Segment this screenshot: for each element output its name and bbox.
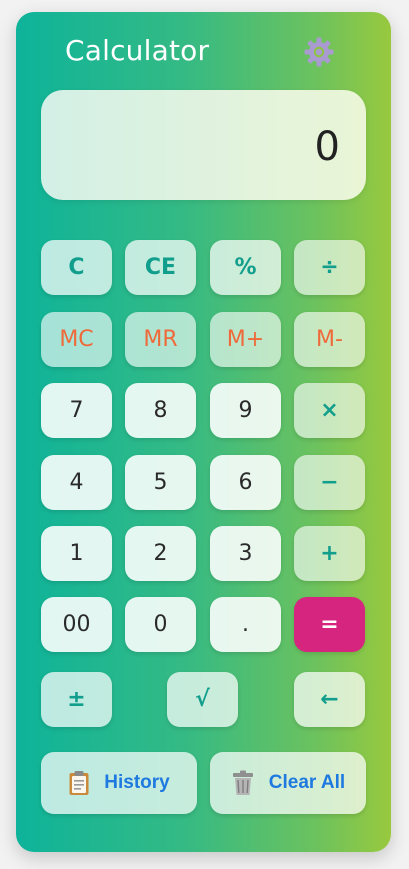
history-button[interactable]: History (41, 752, 197, 814)
trash-icon (231, 770, 255, 796)
double-zero-button[interactable]: 00 (41, 597, 112, 652)
multiply-button[interactable]: × (294, 383, 365, 438)
clipboard-icon (68, 770, 90, 796)
digit-5-button[interactable]: 5 (125, 455, 196, 510)
calculator-panel: Calculator 0 C CE % ÷ MC MR M+ M- 7 8 9 … (16, 12, 391, 852)
memory-clear-button[interactable]: MC (41, 312, 112, 367)
clear-all-label: Clear All (268, 772, 346, 793)
digit-0-button[interactable]: 0 (125, 597, 196, 652)
digit-1-button[interactable]: 1 (41, 526, 112, 581)
equals-button[interactable]: = (294, 597, 365, 652)
memory-add-button[interactable]: M+ (210, 312, 281, 367)
history-label: History (104, 772, 170, 793)
memory-recall-button[interactable]: MR (125, 312, 196, 367)
digit-6-button[interactable]: 6 (210, 455, 281, 510)
percent-button[interactable]: % (210, 240, 281, 295)
clear-entry-button[interactable]: CE (125, 240, 196, 295)
plus-minus-button[interactable]: ± (41, 672, 112, 727)
display-screen: 0 (41, 90, 366, 200)
digit-9-button[interactable]: 9 (210, 383, 281, 438)
clear-all-button[interactable]: Clear All (210, 752, 366, 814)
app-title: Calculator (65, 34, 210, 67)
subtract-button[interactable]: − (294, 455, 365, 510)
divide-button[interactable]: ÷ (294, 240, 365, 295)
backspace-button[interactable]: ← (294, 672, 365, 727)
digit-4-button[interactable]: 4 (41, 455, 112, 510)
digit-8-button[interactable]: 8 (125, 383, 196, 438)
display-value: 0 (314, 124, 340, 170)
clear-button[interactable]: C (41, 240, 112, 295)
add-button[interactable]: + (294, 526, 365, 581)
settings-gear-icon[interactable] (303, 36, 335, 68)
digit-3-button[interactable]: 3 (210, 526, 281, 581)
square-root-button[interactable]: √ (167, 672, 238, 727)
memory-subtract-button[interactable]: M- (294, 312, 365, 367)
digit-7-button[interactable]: 7 (41, 383, 112, 438)
digit-2-button[interactable]: 2 (125, 526, 196, 581)
decimal-button[interactable]: . (210, 597, 281, 652)
